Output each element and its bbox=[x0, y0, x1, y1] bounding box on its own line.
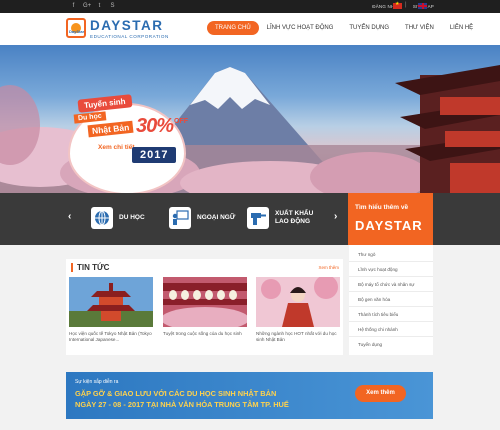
promo-badge[interactable]: Tuyển sinh Du học Nhật Bản 30% OFF Xem c… bbox=[68, 91, 188, 193]
cta-line2: DAYSTAR bbox=[355, 218, 423, 233]
logo-mark-text: DayStar bbox=[69, 29, 85, 34]
side-menu-item[interactable]: Lĩnh vực hoạt động bbox=[349, 262, 433, 277]
news-caption[interactable]: Học viện quốc tế Tokyo Nhật Bản (Tokyo I… bbox=[69, 331, 153, 343]
event-date-venue: NGÀY 27 - 08 - 2017 TẠI NHÀ VĂN HÓA TRUN… bbox=[75, 400, 289, 409]
about-daystar-cta[interactable]: Tìm hiểu thêm về DAYSTAR bbox=[348, 193, 433, 245]
service-study-abroad[interactable]: DU HỌC bbox=[91, 207, 145, 229]
news-thumbnail[interactable] bbox=[69, 277, 153, 327]
twitter-icon[interactable]: t bbox=[96, 2, 103, 11]
side-menu-item[interactable]: Bộ máy tổ chức và nhân sự bbox=[349, 277, 433, 292]
drill-icon bbox=[247, 207, 269, 229]
main-nav: TRANG CHỦ LĨNH VỰC HOẠT ĐỘNG TUYỂN DỤNG … bbox=[207, 21, 481, 35]
event-kicker: Sự kiện sắp diễn ra bbox=[75, 379, 119, 385]
nav-fields[interactable]: LĨNH VỰC HOẠT ĐỘNG bbox=[259, 21, 342, 35]
news-section: TIN TỨC Xem thêm Học viện quốc tế Tokyo … bbox=[66, 259, 343, 355]
pagoda-wall bbox=[440, 97, 500, 115]
news-thumbnail[interactable] bbox=[256, 277, 340, 327]
promo-year: 2017 bbox=[132, 147, 177, 163]
side-menu-item[interactable]: Bộ gen văn hóa bbox=[349, 292, 433, 307]
service-label-line2: LAO ĐỘNG bbox=[275, 218, 311, 225]
side-menu-item[interactable]: Thư ngỏ bbox=[349, 247, 433, 262]
logo-subtitle: EDUCATIONAL CORPORATION bbox=[90, 34, 169, 39]
news-caption[interactable]: Những ngành học HOT nhất với du học sinh… bbox=[256, 331, 340, 343]
facebook-icon[interactable]: f bbox=[70, 2, 77, 11]
vietnam-flag-icon[interactable] bbox=[393, 1, 402, 9]
news-card[interactable]: Tuyệt trong cuộc sống của du học sinh bbox=[163, 277, 247, 337]
service-language[interactable]: NGOẠI NGỮ bbox=[169, 207, 235, 229]
side-menu-item[interactable]: Thành tích tiêu biểu bbox=[349, 307, 433, 322]
event-more-button[interactable]: Xem thêm bbox=[355, 385, 406, 402]
service-labor-export[interactable]: XUẤT KHẨU LAO ĐỘNG bbox=[247, 207, 313, 229]
globe-icon bbox=[91, 207, 113, 229]
news-more-link[interactable]: Xem thêm bbox=[318, 265, 339, 270]
nav-recruitment[interactable]: TUYỂN DỤNG bbox=[341, 21, 397, 35]
news-caption[interactable]: Tuyệt trong cuộc sống của du học sinh bbox=[163, 331, 247, 337]
news-card[interactable]: Học viện quốc tế Tokyo Nhật Bản (Tokyo I… bbox=[69, 277, 153, 343]
language-separator: | bbox=[405, 2, 407, 8]
teacher-icon bbox=[169, 207, 191, 229]
promo-off: OFF bbox=[174, 118, 188, 125]
service-label: XUẤT KHẨU LAO ĐỘNG bbox=[275, 210, 313, 226]
side-menu-item[interactable]: Tuyển dụng bbox=[349, 337, 433, 352]
site-header: DayStar DAYSTAR EDUCATIONAL CORPORATION … bbox=[0, 13, 500, 45]
logo-name[interactable]: DAYSTAR bbox=[90, 19, 164, 33]
side-menu-item[interactable]: Hệ thống chi nhánh bbox=[349, 322, 433, 337]
nav-library[interactable]: THƯ VIỆN bbox=[397, 21, 442, 35]
service-label-line1: XUẤT KHẨU bbox=[275, 210, 314, 217]
services-prev-arrow[interactable]: ‹ bbox=[68, 211, 71, 222]
services-next-arrow[interactable]: › bbox=[334, 211, 337, 222]
news-thumbnail[interactable] bbox=[163, 277, 247, 327]
service-label: DU HỌC bbox=[119, 214, 145, 221]
service-label: NGOẠI NGỮ bbox=[197, 214, 236, 221]
event-banner: Sự kiện sắp diễn ra GẶP GỠ & GIAO LƯU VỚ… bbox=[66, 372, 433, 419]
event-title: GẶP GỠ & GIAO LƯU VỚI CÁC DU HỌC SINH NH… bbox=[75, 389, 277, 398]
news-heading: TIN TỨC bbox=[71, 263, 109, 272]
promo-discount: 30% bbox=[136, 115, 174, 137]
promo-details-link[interactable]: Xem chi tiết bbox=[98, 144, 134, 151]
about-side-menu: Thư ngỏ Lĩnh vực hoạt động Bộ máy tổ chứ… bbox=[349, 245, 433, 355]
skype-icon[interactable]: S bbox=[109, 2, 116, 11]
news-card[interactable]: Những ngành học HOT nhất với du học sinh… bbox=[256, 277, 340, 343]
pagoda-wall bbox=[445, 131, 500, 147]
cta-line1: Tìm hiểu thêm về bbox=[355, 204, 409, 211]
google-plus-icon[interactable]: G+ bbox=[83, 2, 91, 11]
nav-contact[interactable]: LIÊN HỆ bbox=[442, 21, 481, 35]
social-links: f G+ t S bbox=[70, 2, 116, 11]
uk-flag-icon[interactable] bbox=[418, 3, 427, 9]
nav-home[interactable]: TRANG CHỦ bbox=[207, 21, 259, 35]
logo-mark[interactable]: DayStar bbox=[66, 18, 86, 38]
hero-slider[interactable]: Tuyển sinh Du học Nhật Bản 30% OFF Xem c… bbox=[0, 45, 500, 193]
pagoda-wall bbox=[450, 163, 500, 193]
